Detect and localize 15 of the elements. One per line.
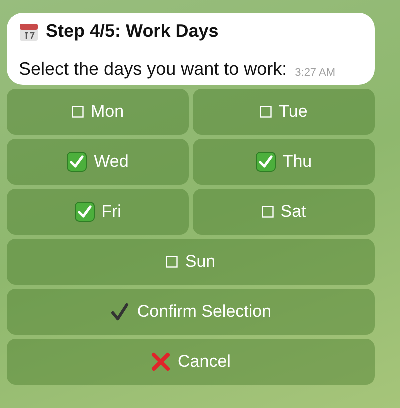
close-icon [151,352,172,372]
message-text: Select the days you want to work: [19,59,288,80]
checkmark-icon [110,302,130,322]
day-button[interactable]: Thu [193,139,375,185]
day-button[interactable]: Wed [7,139,189,185]
confirm-button[interactable]: Confirm Selection [7,289,375,335]
day-button[interactable]: Sat [193,189,375,235]
day-button[interactable]: Sun [7,239,375,285]
cancel-button[interactable]: Cancel [7,339,375,385]
message-time: 3:27 AM [295,67,336,79]
calendar-icon [19,22,39,42]
day-button[interactable]: Fri [7,189,189,235]
day-button[interactable]: Tue [193,89,375,135]
message-title: Step 4/5: Work Days [46,21,219,42]
day-button[interactable]: Mon [7,89,189,135]
